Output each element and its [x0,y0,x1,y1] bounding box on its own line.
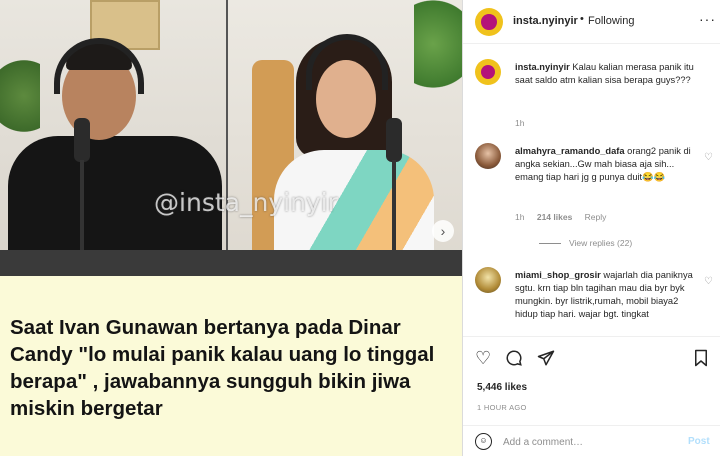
comment-meta: 1h 214 likes Reply [515,211,616,224]
avatar[interactable] [475,267,501,293]
video-frame[interactable]: @insta_nyinyir › [0,0,462,276]
comment-icon[interactable] [505,349,523,370]
desk [0,250,462,276]
video-panel-right [228,0,462,276]
comment-username[interactable]: insta.nyinyir [515,62,570,72]
comment-text: miami_shop_grosir wajarlah dia paniknya … [515,269,699,321]
plant [414,0,462,110]
like-comment-icon[interactable]: ♡ [704,275,713,288]
plant [0,60,40,150]
watermark-text: @insta_nyinyir [154,188,338,217]
like-comment-icon[interactable]: ♡ [704,151,713,164]
follow-status[interactable]: Following [588,15,634,27]
post-time: 1 HOUR AGO [477,403,527,412]
microphone [386,118,402,162]
comment-username[interactable]: almahyra_ramando_dafa [515,146,625,156]
separator-dot: • [580,13,584,25]
video-panel-left [0,0,226,276]
comment-time: 1h [515,212,525,222]
comment-username[interactable]: miami_shop_grosir [515,270,601,280]
comment-input[interactable] [503,432,673,452]
post-media: @insta_nyinyir › Saat Ivan Gunawan berta… [0,0,462,456]
comment-text: almahyra_ramando_dafa orang2 panik di an… [515,145,699,184]
microphone [74,118,90,162]
reply-link[interactable]: Reply [585,212,607,222]
avatar[interactable] [475,8,503,36]
post-actions: ♡ 5,446 likes 1 HOUR AGO ☺ Post [463,336,720,456]
comment-text: insta.nyinyir Kalau kalian merasa panik … [515,61,699,87]
like-count[interactable]: 5,446 likes [477,382,527,393]
post-button[interactable]: Post [688,436,710,447]
avatar[interactable] [475,59,501,85]
comment-likes[interactable]: 214 likes [537,212,572,222]
emoji-icon[interactable]: ☺ [475,433,492,450]
image-caption: Saat Ivan Gunawan bertanya pada Dinar Ca… [10,316,435,420]
comment-meta: 1h [515,117,534,130]
post-header: insta.nyinyir • Following ··· [463,0,720,44]
share-icon[interactable] [537,349,555,370]
view-replies-link[interactable]: View replies (22) [539,237,632,250]
more-options-icon[interactable]: ··· [699,11,716,27]
next-arrow-icon[interactable]: › [432,220,454,242]
comments-list[interactable]: insta.nyinyir Kalau kalian merasa panik … [463,45,720,335]
add-comment-bar: ☺ Post [463,425,720,456]
bookmark-icon[interactable] [693,349,709,370]
header-username[interactable]: insta.nyinyir [513,15,578,27]
heart-icon[interactable]: ♡ [475,349,491,367]
avatar[interactable] [475,143,501,169]
comment-time: 1h [515,118,525,128]
post-sidebar: insta.nyinyir • Following ··· insta.nyin… [462,0,720,456]
